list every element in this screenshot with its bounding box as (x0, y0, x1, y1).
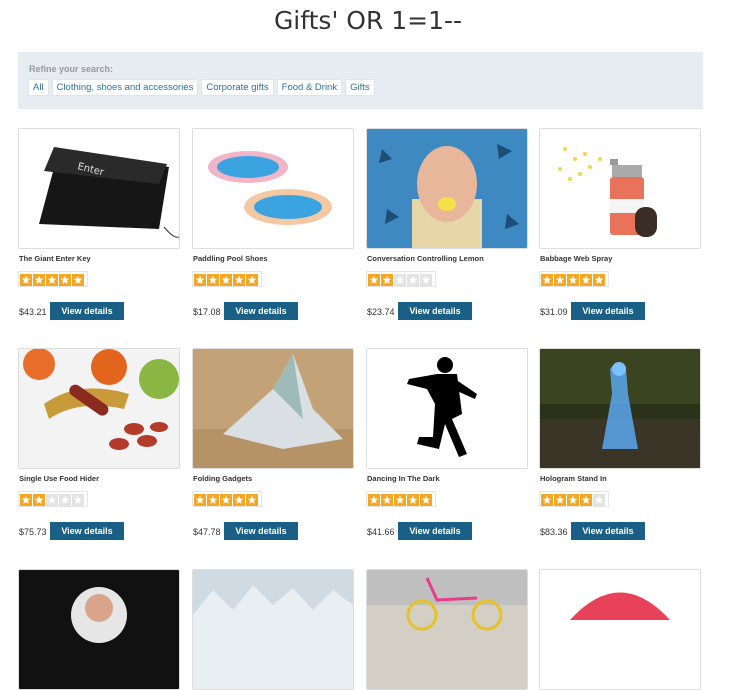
star-filled-icon (368, 273, 380, 286)
filter-corporate-gifts[interactable]: Corporate gifts (201, 79, 274, 96)
page-title: Gifts' OR 1=1-- (273, 6, 463, 35)
star-filled-icon (207, 493, 219, 506)
product-price: $31.09 (540, 307, 568, 317)
star-filled-icon (381, 493, 393, 506)
snowy-forest-image[interactable] (192, 569, 354, 690)
star-filled-icon (46, 273, 58, 286)
product-rating (366, 271, 436, 287)
star-filled-icon (541, 493, 553, 506)
star-filled-icon (20, 493, 32, 506)
product-name: Babbage Web Spray (540, 254, 613, 263)
food-platter-image[interactable] (18, 348, 180, 469)
product-price: $75.73 (19, 527, 47, 537)
view-details-button[interactable]: View details (398, 302, 472, 320)
view-details-button[interactable]: View details (571, 522, 645, 540)
star-filled-icon (554, 493, 566, 506)
star-filled-icon (567, 273, 579, 286)
product-price: $47.78 (193, 527, 221, 537)
product-rating (539, 271, 609, 287)
star-empty-icon (72, 493, 84, 506)
star-filled-icon (194, 273, 206, 286)
santa-image[interactable] (18, 569, 180, 690)
lemon-face-image[interactable] (366, 128, 528, 249)
filter-gifts[interactable]: Gifts (345, 79, 375, 96)
product-price: $83.36 (540, 527, 568, 537)
product-price: $17.08 (193, 307, 221, 317)
product-rating (192, 491, 262, 507)
star-filled-icon (541, 273, 553, 286)
star-filled-icon (593, 273, 605, 286)
product-price: $23.74 (367, 307, 395, 317)
filter-clothing[interactable]: Clothing, shoes and accessories (51, 79, 199, 96)
star-filled-icon (580, 493, 592, 506)
star-filled-icon (72, 273, 84, 286)
product-name: The Giant Enter Key (19, 254, 91, 263)
star-empty-icon (59, 493, 71, 506)
bicycle-image[interactable] (366, 569, 528, 690)
product-rating (18, 491, 88, 507)
star-filled-icon (368, 493, 380, 506)
product-name: Dancing In The Dark (367, 474, 440, 483)
refine-label: Refine your search: (29, 64, 114, 74)
star-filled-icon (20, 273, 32, 286)
view-details-button[interactable]: View details (224, 302, 298, 320)
star-empty-icon (407, 273, 419, 286)
star-empty-icon (593, 493, 605, 506)
star-empty-icon (394, 273, 406, 286)
view-details-button[interactable]: View details (398, 522, 472, 540)
star-filled-icon (554, 273, 566, 286)
star-empty-icon (46, 493, 58, 506)
product-name: Conversation Controlling Lemon (367, 254, 484, 263)
star-filled-icon (381, 273, 393, 286)
filter-all[interactable]: All (28, 79, 49, 96)
product-name: Paddling Pool Shoes (193, 254, 268, 263)
folded-banknote-image[interactable] (192, 348, 354, 469)
view-details-button[interactable]: View details (50, 302, 124, 320)
category-filters: All Clothing, shoes and accessories Corp… (28, 79, 375, 96)
star-filled-icon (394, 493, 406, 506)
product-rating (539, 491, 609, 507)
refine-search-panel: Refine your search: All Clothing, shoes … (18, 52, 703, 109)
giant-enter-key-image[interactable]: Enter (18, 128, 180, 249)
star-filled-icon (246, 273, 258, 286)
star-filled-icon (233, 273, 245, 286)
product-price: $41.66 (367, 527, 395, 537)
view-details-button[interactable]: View details (50, 522, 124, 540)
hologram-woman-image[interactable] (539, 348, 701, 469)
paddling-pool-image[interactable] (192, 128, 354, 249)
star-filled-icon (233, 493, 245, 506)
view-details-button[interactable]: View details (224, 522, 298, 540)
umbrella-image[interactable] (539, 569, 701, 690)
star-filled-icon (567, 493, 579, 506)
product-rating (18, 271, 88, 287)
filter-food-drink[interactable]: Food & Drink (276, 79, 343, 96)
star-filled-icon (33, 273, 45, 286)
star-empty-icon (420, 273, 432, 286)
spray-can-image[interactable] (539, 128, 701, 249)
star-filled-icon (246, 493, 258, 506)
product-rating (192, 271, 262, 287)
star-filled-icon (420, 493, 432, 506)
star-filled-icon (194, 493, 206, 506)
product-name: Hologram Stand In (540, 474, 607, 483)
star-filled-icon (220, 273, 232, 286)
star-filled-icon (33, 493, 45, 506)
product-price: $43.21 (19, 307, 47, 317)
product-rating (366, 491, 436, 507)
star-filled-icon (207, 273, 219, 286)
star-filled-icon (220, 493, 232, 506)
star-filled-icon (407, 493, 419, 506)
star-filled-icon (580, 273, 592, 286)
dancer-silhouette-image[interactable] (366, 348, 528, 469)
product-name: Single Use Food Hider (19, 474, 100, 483)
star-filled-icon (59, 273, 71, 286)
view-details-button[interactable]: View details (571, 302, 645, 320)
product-name: Folding Gadgets (193, 474, 253, 483)
